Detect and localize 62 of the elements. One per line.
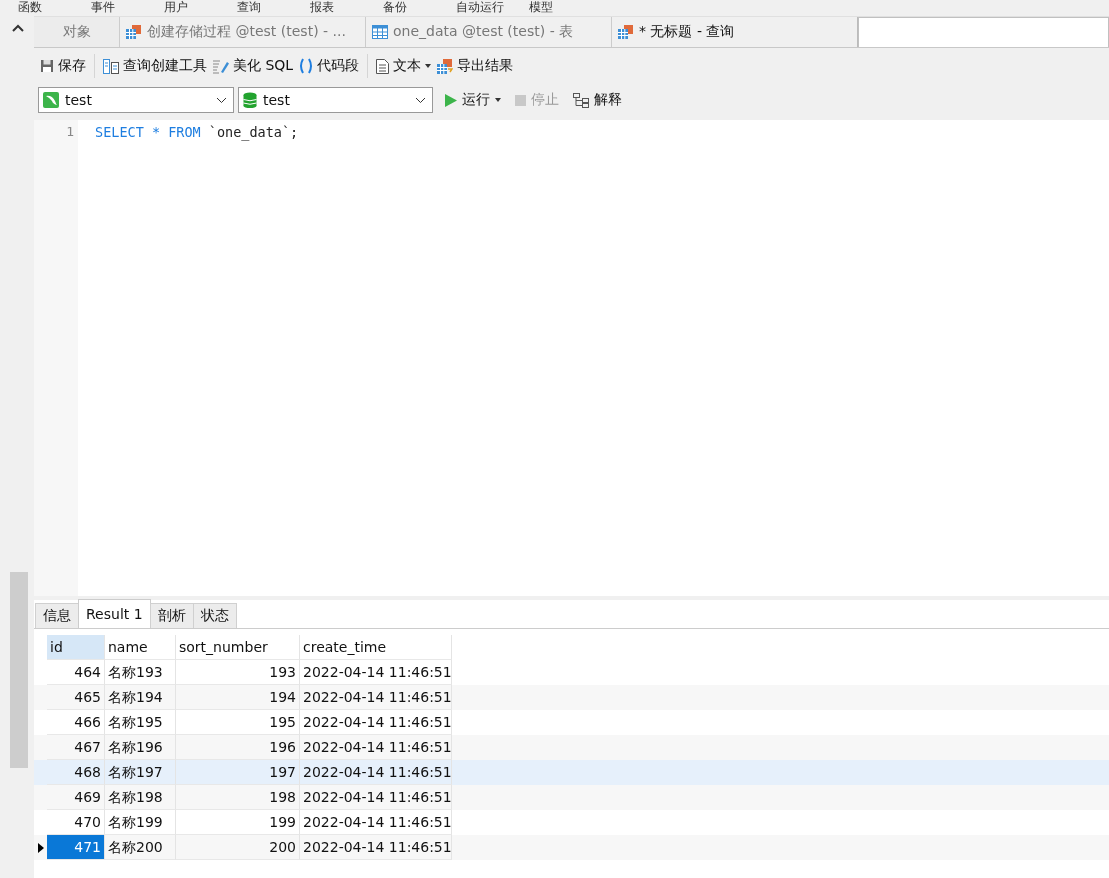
table-cell: 2022-04-14 11:46:51 — [300, 835, 452, 860]
menu-item[interactable]: 备份 — [383, 0, 456, 16]
menu-item[interactable]: 报表 — [310, 0, 383, 16]
parentheses-icon — [299, 58, 314, 74]
diagram-icon — [573, 92, 589, 108]
chevron-down-icon — [415, 96, 426, 104]
format-pen-icon — [213, 58, 229, 74]
action-button[interactable]: 运行 — [443, 89, 503, 111]
column-header[interactable]: id — [47, 635, 105, 660]
column-header[interactable]: sort_number — [176, 635, 300, 660]
table-cell: 名称198 — [105, 785, 176, 810]
result-tab[interactable]: Result 1 — [78, 599, 151, 628]
query-table-icon — [126, 25, 142, 39]
menu-item[interactable]: 用户 — [164, 0, 237, 16]
result-tab[interactable]: 信息 — [35, 603, 79, 628]
column-header[interactable]: name — [105, 635, 176, 660]
table-cell: 200 — [176, 835, 300, 860]
menu-item[interactable]: 事件 — [91, 0, 164, 16]
toolbar-button[interactable]: 美化 SQL — [211, 55, 296, 77]
table-cell: 465 — [47, 685, 105, 710]
menu-item[interactable]: 模型 — [529, 0, 602, 16]
table-icon — [372, 25, 388, 39]
toolbar-button[interactable]: 导出结果 — [435, 55, 516, 77]
database-select[interactable]: test — [238, 87, 433, 113]
table-cell: 名称200 — [105, 835, 176, 860]
database-icon — [243, 92, 257, 108]
menu-item[interactable]: 查询 — [237, 0, 310, 16]
dolphin-icon — [43, 92, 59, 108]
menu-item[interactable]: 自动运行 — [456, 0, 529, 16]
result-tab[interactable]: 状态 — [192, 603, 237, 628]
toolbar-button[interactable]: 查询创建工具 — [101, 55, 209, 77]
stop-icon — [515, 94, 526, 106]
connection-select[interactable]: test — [38, 87, 234, 113]
code-line: SELECT * FROM `one_data`; — [95, 123, 300, 141]
query-table-icon — [618, 25, 634, 39]
result-tab[interactable]: 剖析 — [149, 603, 194, 628]
line-number: 1 — [65, 123, 75, 141]
table-cell: 471 — [47, 835, 105, 860]
document-tab[interactable]: 对象 — [34, 17, 120, 47]
dropdown-caret-icon — [425, 64, 432, 68]
table-cell: 2022-04-14 11:46:51 — [300, 785, 452, 810]
action-button[interactable]: 解释 — [571, 89, 624, 111]
table-cell: 198 — [176, 785, 300, 810]
sql-editor[interactable]: 1 SELECT * FROM `one_data`; — [34, 120, 1109, 596]
chevron-down-icon — [216, 96, 227, 104]
table-cell: 469 — [47, 785, 105, 810]
toolbar-button[interactable]: 文本 — [374, 55, 434, 77]
table-cell: 2022-04-14 11:46:51 — [300, 685, 452, 710]
scrollbar-thumb[interactable] — [10, 572, 28, 768]
column-header[interactable]: create_time — [300, 635, 452, 660]
document-icon — [376, 58, 390, 74]
dropdown-caret-icon — [495, 98, 501, 102]
table-cell: 194 — [176, 685, 300, 710]
toolbar-button[interactable]: 保存 — [38, 55, 88, 77]
query-builder-icon — [103, 58, 119, 74]
toolbar-button[interactable]: 代码段 — [297, 55, 362, 77]
current-row-marker-icon — [37, 842, 44, 853]
export-table-icon — [437, 58, 454, 74]
menu-item[interactable]: 函数 — [18, 0, 91, 16]
table-cell: 名称194 — [105, 685, 176, 710]
collapse-caret-icon[interactable] — [12, 24, 24, 32]
play-icon — [445, 93, 457, 107]
